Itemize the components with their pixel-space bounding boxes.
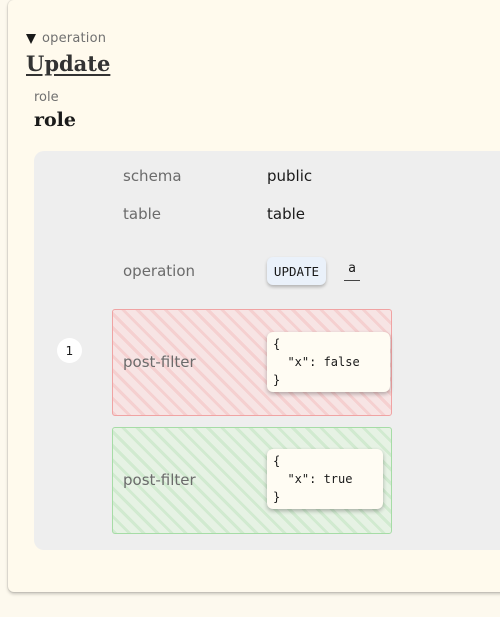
schema-value: public [267, 167, 313, 185]
operation-label: operation [123, 262, 196, 280]
role-value: role [34, 109, 76, 131]
code-line: } [273, 373, 281, 387]
schema-label: schema [123, 167, 182, 185]
passing-filter-code: { "x": true } [267, 449, 383, 509]
code-line: "x": true [273, 472, 353, 486]
filter-index-badge: 1 [57, 338, 82, 363]
failing-filter-label: post-filter [123, 353, 196, 371]
table-value: table [267, 205, 305, 223]
triangle-down-icon[interactable] [26, 33, 36, 44]
operation-toggle[interactable]: operation [26, 31, 106, 46]
code-line: { [273, 337, 281, 351]
code-line: } [273, 490, 281, 504]
operation-title-link[interactable]: Update [26, 51, 110, 76]
operation-toggle-label: operation [42, 31, 107, 46]
code-line: { [273, 454, 281, 468]
table-label: table [123, 205, 161, 223]
code-line: "x": false [273, 355, 360, 369]
operation-badge: UPDATE [267, 257, 326, 285]
failing-filter-code: { "x": false } [267, 332, 390, 392]
operation-alias: a [344, 261, 360, 281]
role-label: role [34, 90, 59, 105]
passing-filter-label: post-filter [123, 471, 196, 489]
